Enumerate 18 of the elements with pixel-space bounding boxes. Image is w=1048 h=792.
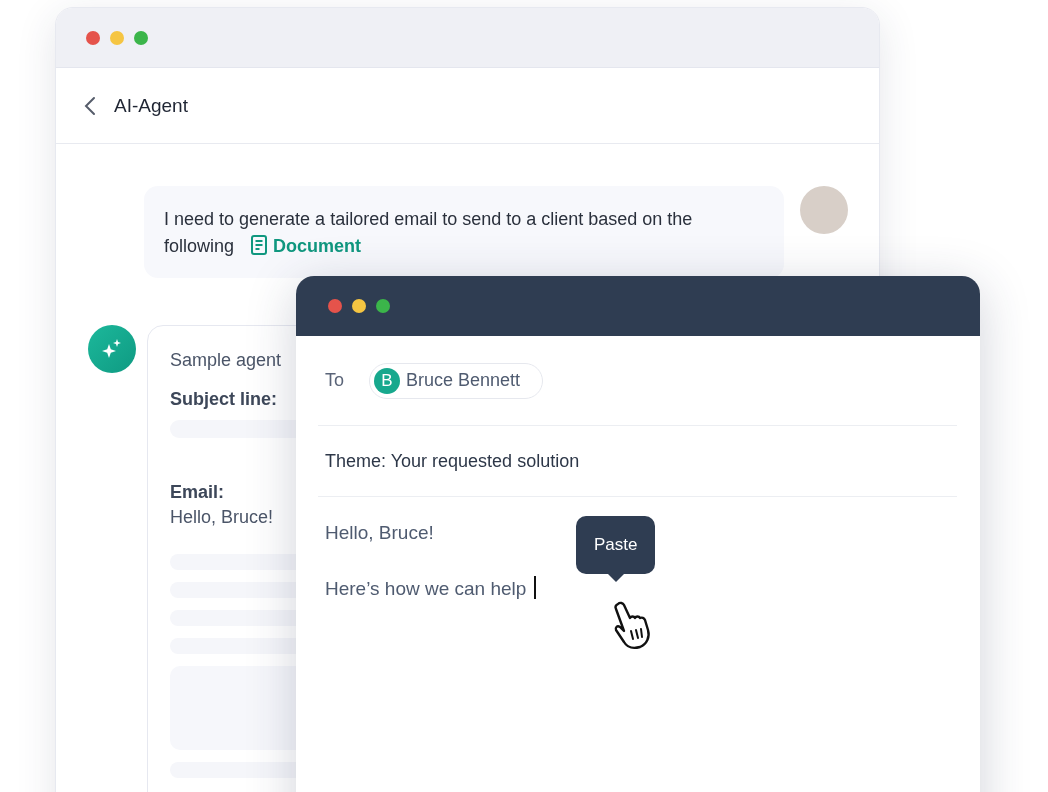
recipient-initial: B — [374, 367, 400, 394]
back-chevron-icon[interactable] — [84, 95, 96, 116]
email-label: Email: — [170, 482, 226, 503]
email-body-line[interactable]: Here’s how we can help — [325, 575, 537, 603]
user-avatar — [800, 186, 848, 234]
text-cursor — [534, 576, 537, 599]
subject-field[interactable]: Theme: Your requested solution — [318, 426, 957, 497]
email-greeting: Hello, Bruce! — [170, 507, 275, 528]
to-label: To — [325, 370, 344, 391]
recipient-name: Bruce Bennett — [406, 370, 521, 391]
page-title: AI-Agent — [114, 94, 188, 117]
email-body-line[interactable]: Hello, Bruce! — [325, 519, 434, 547]
tooltip-pointer-icon — [607, 574, 624, 582]
subject-label: Subject line: — [170, 389, 278, 410]
sparkle-icon — [88, 325, 136, 373]
user-message: I need to generate a tailored email to send to a client based on the following Document — [144, 186, 784, 278]
document-icon — [251, 235, 268, 255]
card-title: Sample agent — [170, 350, 283, 371]
